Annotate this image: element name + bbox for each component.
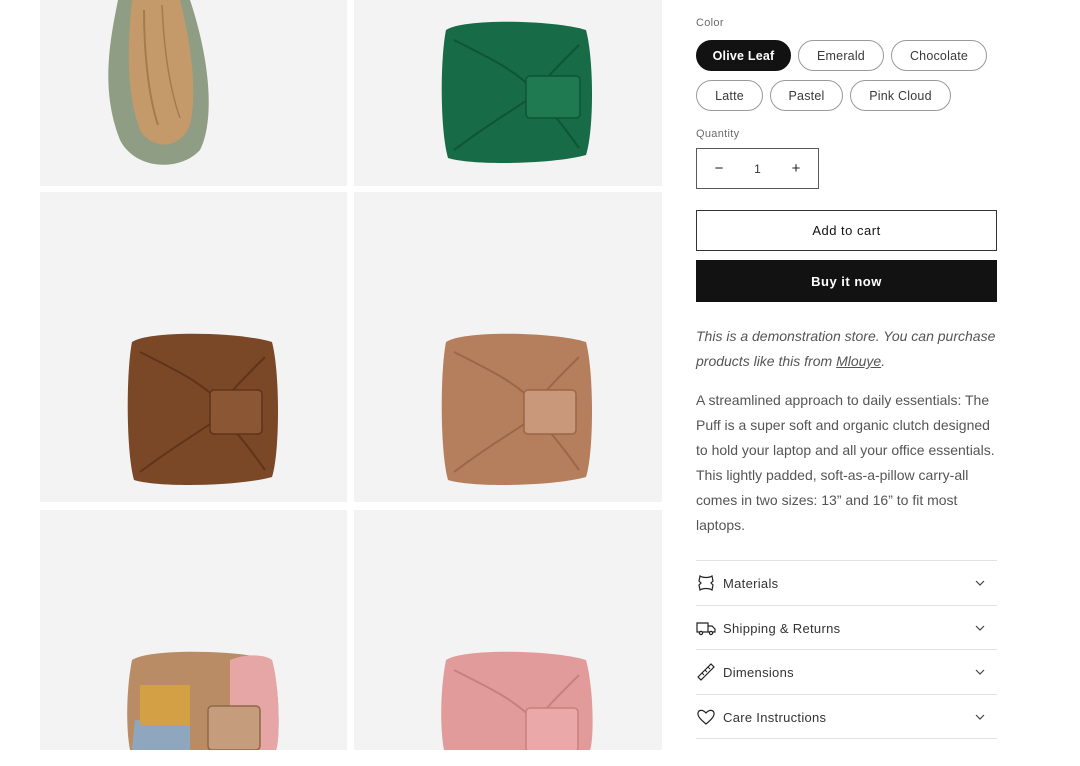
product-image-pink-cloud[interactable] (354, 510, 662, 750)
accordion-label: Materials (723, 575, 779, 591)
color-option-emerald[interactable]: Emerald (798, 40, 884, 71)
color-option-latte[interactable]: Latte (696, 80, 763, 111)
chevron-down-icon (973, 580, 987, 586)
accordion-shipping-returns[interactable]: Shipping & Returns (696, 605, 997, 650)
product-image-emerald[interactable] (354, 0, 662, 186)
accordion-dimensions[interactable]: Dimensions (696, 649, 997, 694)
accordion-divider (696, 738, 997, 739)
color-option-chocolate[interactable]: Chocolate (891, 40, 987, 71)
color-option-pastel[interactable]: Pastel (770, 80, 843, 111)
truck-icon (696, 618, 716, 638)
quantity-stepper: − 1 + (696, 148, 819, 189)
color-label: Color (696, 17, 724, 29)
leather-icon (696, 573, 716, 593)
quantity-increase-button[interactable]: + (788, 160, 804, 177)
accordion-care-instructions[interactable]: Care Instructions (696, 694, 997, 739)
chevron-down-icon (973, 714, 987, 720)
accordion-materials[interactable]: Materials (696, 560, 997, 605)
quantity-label: Quantity (696, 128, 740, 140)
accordion-label: Dimensions (723, 664, 794, 680)
demo-notice-end: . (881, 353, 886, 369)
color-option-pink-cloud[interactable]: Pink Cloud (850, 80, 951, 111)
chevron-down-icon (973, 625, 987, 631)
accordion-label: Care Instructions (723, 709, 827, 725)
chevron-down-icon (973, 669, 987, 675)
demo-notice: This is a demonstration store. You can p… (696, 324, 997, 374)
add-to-cart-button[interactable]: Add to cart (696, 210, 997, 251)
heart-icon (696, 707, 716, 727)
accordion-label: Shipping & Returns (723, 620, 841, 636)
demo-store-link[interactable]: Mlouye (836, 353, 881, 369)
ruler-icon (696, 662, 716, 682)
product-image-olive-leaf[interactable] (40, 0, 347, 186)
product-description: A streamlined approach to daily essentia… (696, 392, 995, 533)
buy-now-button[interactable]: Buy it now (696, 260, 997, 302)
product-image-chocolate[interactable] (40, 192, 347, 502)
quantity-decrease-button[interactable]: − (711, 160, 727, 177)
quantity-input[interactable]: 1 (754, 162, 761, 176)
color-option-olive-leaf[interactable]: Olive Leaf (696, 40, 791, 71)
product-image-latte[interactable] (354, 192, 662, 502)
product-gallery (40, 0, 662, 750)
product-image-pastel[interactable] (40, 510, 347, 750)
